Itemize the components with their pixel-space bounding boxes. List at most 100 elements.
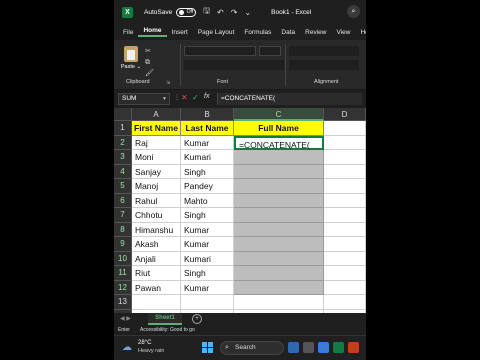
cell-d7[interactable] [324, 208, 366, 223]
cell-a9[interactable]: Akash [132, 237, 181, 252]
cell-a11[interactable]: Riut [132, 266, 181, 281]
chevron-down-icon[interactable]: ▼ [162, 94, 167, 104]
cell-b8[interactable]: Kumar [181, 222, 234, 237]
tab-formulas[interactable]: Formulas [239, 29, 276, 36]
row-header-2[interactable]: 2 [114, 135, 132, 150]
cell-d1[interactable] [324, 121, 366, 136]
clipboard-launcher-icon[interactable]: ⇲ [166, 80, 170, 86]
cell-b13[interactable] [181, 295, 234, 310]
cell-a10[interactable]: Anjali [132, 251, 181, 266]
row-header-1[interactable]: 1 [114, 121, 132, 136]
cell-c13[interactable] [234, 295, 324, 310]
cell-b3[interactable]: Kumari [181, 150, 234, 165]
cell-a1[interactable]: First Name [132, 121, 181, 136]
row-header-9[interactable]: 9 [114, 237, 132, 252]
tab-file[interactable]: File [114, 29, 138, 36]
autosave-toggle[interactable]: Off [176, 7, 197, 17]
cell-c10[interactable] [234, 251, 324, 266]
app-icon[interactable] [348, 342, 359, 353]
cell-d13[interactable] [324, 295, 366, 310]
tab-home[interactable]: Home [138, 27, 167, 37]
cell-a7[interactable]: Chhotu [132, 208, 181, 223]
save-icon[interactable]: 🖫 [203, 5, 210, 19]
app-icon[interactable] [288, 342, 299, 353]
cell-d10[interactable] [324, 251, 366, 266]
add-sheet-button[interactable]: + [192, 314, 202, 324]
taskbar-search-box[interactable]: ⌕ Search [220, 341, 284, 355]
font-format-controls[interactable] [184, 60, 284, 70]
cell-a3[interactable]: Moni [132, 150, 181, 165]
row-header-11[interactable]: 11 [114, 266, 132, 281]
cell-c4[interactable] [234, 164, 324, 179]
sheet-nav-arrows-icon[interactable]: ◀ ▶ [120, 315, 131, 322]
column-header-b[interactable]: B [181, 108, 234, 121]
windows-start-icon[interactable] [202, 342, 213, 353]
row-header-4[interactable]: 4 [114, 164, 132, 179]
cut-icon[interactable]: ✂ [145, 46, 154, 57]
cell-b5[interactable]: Pandey [181, 179, 234, 194]
cell-b2[interactable]: Kumar [181, 135, 234, 150]
tab-data[interactable]: Data [276, 29, 300, 36]
cell-c7[interactable] [234, 208, 324, 223]
row-header-10[interactable]: 10 [114, 251, 132, 266]
cell-c3[interactable] [234, 150, 324, 165]
cell-b4[interactable]: Singh [181, 164, 234, 179]
row-header-5[interactable]: 5 [114, 179, 132, 194]
browser-icon[interactable] [318, 342, 329, 353]
cell-c1[interactable]: Full Name [234, 121, 324, 136]
tab-page-layout[interactable]: Page Layout [193, 29, 240, 36]
rain-cloud-icon[interactable]: ☁ [122, 342, 132, 353]
cancel-entry-icon[interactable]: ✕ [181, 93, 188, 102]
file-explorer-icon[interactable] [303, 342, 314, 353]
paste-button[interactable]: Paste ⌄ [120, 44, 142, 74]
undo-icon[interactable]: ↶ [217, 8, 224, 17]
cell-b10[interactable]: Kumari [181, 251, 234, 266]
customize-dropdown-icon[interactable]: ⌄ [244, 8, 251, 17]
sheet-tab-sheet1[interactable]: Sheet1 [148, 313, 182, 325]
cell-d11[interactable] [324, 266, 366, 281]
search-icon[interactable]: ⌕ [347, 5, 360, 18]
cell-d4[interactable] [324, 164, 366, 179]
cell-c11[interactable] [234, 266, 324, 281]
insert-function-button[interactable]: fx [204, 93, 209, 100]
cell-a5[interactable]: Manoj [132, 179, 181, 194]
tab-view[interactable]: View [331, 29, 355, 36]
accessibility-status[interactable]: Accessibility: Good to go [140, 325, 195, 335]
cell-d8[interactable] [324, 222, 366, 237]
cell-a8[interactable]: Himanshu [132, 222, 181, 237]
alignment-controls[interactable] [289, 46, 359, 56]
cell-b6[interactable]: Mahto [181, 193, 234, 208]
column-header-d[interactable]: D [324, 108, 366, 121]
cell-c5[interactable] [234, 179, 324, 194]
select-all-corner[interactable] [114, 108, 132, 121]
font-name-dropdown[interactable] [184, 46, 256, 56]
row-header-3[interactable]: 3 [114, 150, 132, 165]
tab-review[interactable]: Review [300, 29, 331, 36]
format-painter-icon[interactable]: 🖌 [145, 68, 154, 79]
tab-insert[interactable]: Insert [167, 29, 193, 36]
formula-input[interactable]: =CONCATENATE( [217, 93, 362, 105]
name-box[interactable]: SUM ▼ [118, 93, 170, 105]
cell-c2[interactable]: =CONCATENATE(CONCATENATE(text1, [text2],… [234, 135, 324, 163]
cell-a13[interactable] [132, 295, 181, 310]
cell-a2[interactable]: Raj [132, 135, 181, 150]
copy-icon[interactable]: ⧉ [145, 57, 154, 68]
row-header-8[interactable]: 8 [114, 222, 132, 237]
column-header-c[interactable]: C [234, 108, 324, 121]
cell-d6[interactable] [324, 193, 366, 208]
cell-c8[interactable] [234, 222, 324, 237]
row-header-7[interactable]: 7 [114, 208, 132, 223]
row-header-6[interactable]: 6 [114, 193, 132, 208]
tab-he[interactable]: He [355, 29, 366, 36]
row-header-12[interactable]: 12 [114, 280, 132, 295]
row-header-13[interactable]: 13 [114, 295, 132, 310]
cell-d5[interactable] [324, 179, 366, 194]
cell-b11[interactable]: Singh [181, 266, 234, 281]
cell-b7[interactable]: Singh [181, 208, 234, 223]
cell-d12[interactable] [324, 280, 366, 295]
cell-d3[interactable] [324, 150, 366, 165]
cell-b12[interactable]: Kumar [181, 280, 234, 295]
column-header-a[interactable]: A [132, 108, 181, 121]
cell-c12[interactable] [234, 280, 324, 295]
cell-c6[interactable] [234, 193, 324, 208]
